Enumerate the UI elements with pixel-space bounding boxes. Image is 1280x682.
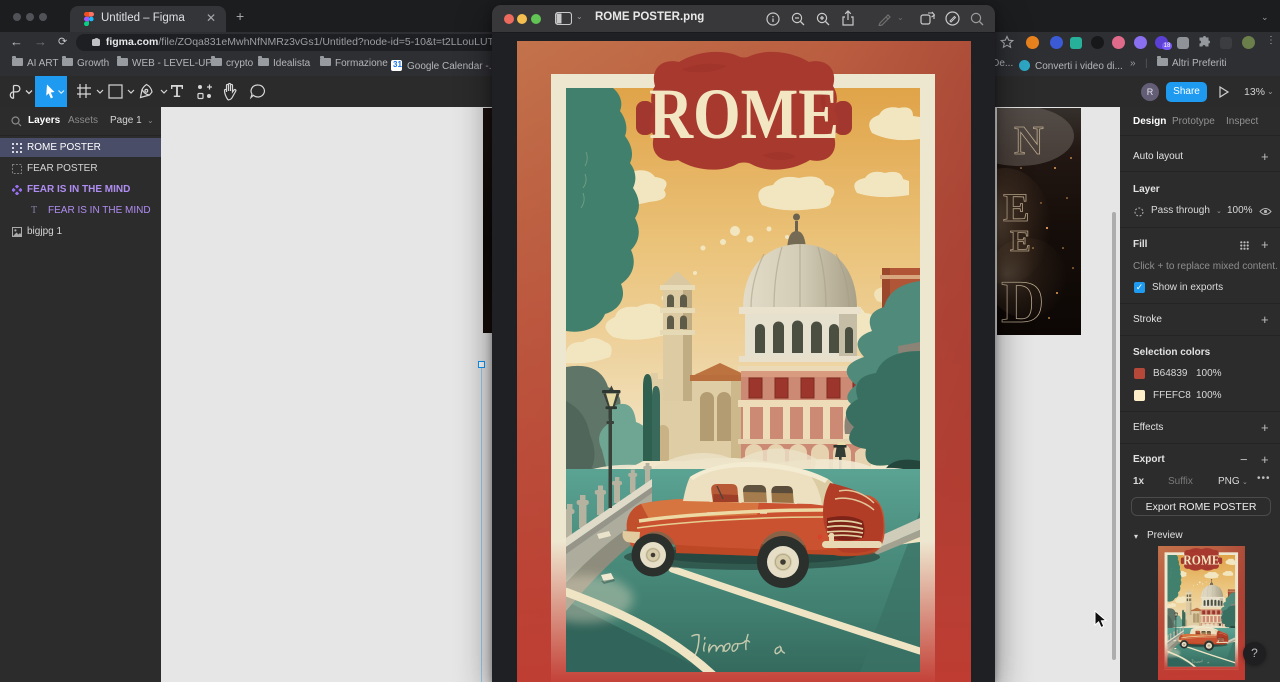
svg-text:D: D xyxy=(1001,269,1044,335)
svg-text:N: N xyxy=(1014,117,1044,163)
svg-text:E: E xyxy=(1010,223,1031,258)
